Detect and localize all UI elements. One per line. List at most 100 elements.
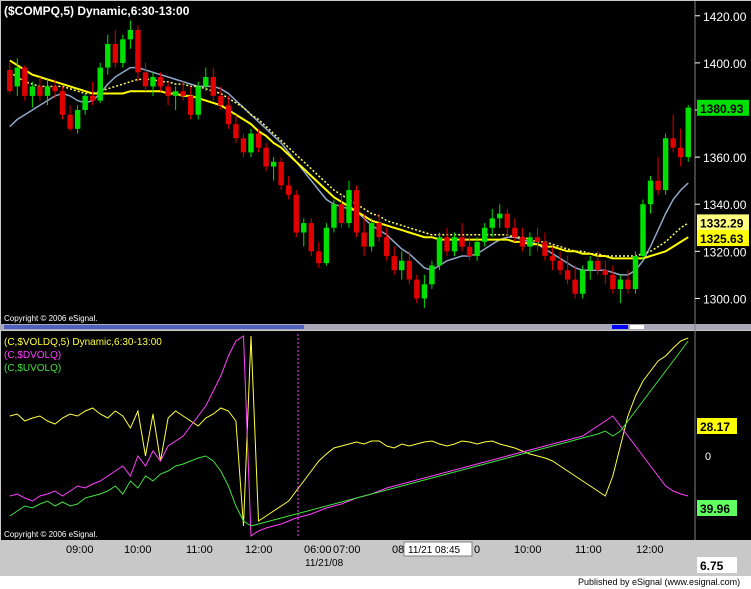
- time-tick-label: 11:00: [575, 544, 602, 556]
- candle-body: [436, 237, 443, 266]
- candle-body: [602, 270, 609, 275]
- candle-body: [346, 190, 352, 224]
- legend-uvolq: (C,$UVOLQ): [4, 363, 61, 374]
- time-tick-label: 09:00: [66, 544, 94, 556]
- volume-zero-tick: 0: [705, 451, 711, 463]
- scroll-thumb[interactable]: [612, 325, 628, 329]
- candle-down: [59, 86, 66, 120]
- price-tick-label: 1360.00: [703, 151, 747, 165]
- candle-body: [414, 279, 420, 299]
- legend-dvolq: (C,$DVOLQ): [4, 350, 61, 361]
- candle-up: [662, 133, 669, 195]
- cursor-time-label: 11/21 08:45: [408, 545, 461, 556]
- volume-value-label-text: 28.17: [700, 420, 730, 434]
- candle-body: [519, 237, 526, 247]
- time-tick-label: 0: [474, 544, 480, 556]
- candle-body: [662, 138, 669, 191]
- candle-body: [165, 86, 171, 96]
- candle-up: [579, 265, 586, 299]
- candle-down: [308, 218, 315, 257]
- candle-down: [293, 190, 299, 238]
- candle-up: [331, 199, 337, 233]
- candle-body: [489, 218, 495, 228]
- candle-body: [135, 29, 141, 73]
- volume-value-label-text: 39.96: [700, 502, 730, 516]
- price-value-label: 1325.63: [697, 230, 749, 247]
- candle-body: [632, 256, 639, 290]
- candle-body: [127, 29, 134, 40]
- candle-body: [368, 223, 375, 247]
- candle-body: [444, 237, 450, 252]
- candle-body: [67, 114, 73, 129]
- candle-body: [248, 133, 254, 153]
- candle-up: [640, 199, 646, 261]
- candle-body: [29, 86, 36, 96]
- candle-body: [323, 227, 330, 264]
- candle-body: [172, 91, 179, 96]
- candle-body: [534, 237, 541, 242]
- candle-body: [180, 91, 186, 96]
- candle-body: [22, 67, 28, 96]
- candle-body: [195, 86, 201, 115]
- time-tick-label: 06:00: [304, 544, 332, 556]
- candle-body: [89, 95, 96, 101]
- candle-body: [595, 260, 601, 271]
- candle-body: [474, 241, 480, 257]
- date-label: 11/21/08: [305, 558, 344, 569]
- candle-body: [59, 91, 66, 115]
- candle-body: [383, 237, 390, 257]
- candle-body: [225, 105, 232, 125]
- volume-value-label-text: 6.75: [700, 559, 724, 573]
- price-chart-title: ($COMPQ,5) Dynamic,6:30-13:00: [4, 4, 190, 18]
- candle-body: [685, 107, 691, 158]
- candle-body: [361, 232, 367, 247]
- time-tick-label: 10:00: [514, 544, 542, 556]
- candle-body: [549, 256, 556, 261]
- candle-body: [301, 223, 307, 233]
- published-by: Published by eSignal (www.esignal.com): [578, 577, 740, 587]
- candle-body: [512, 227, 518, 238]
- candle-body: [112, 44, 119, 63]
- candle-body: [210, 77, 217, 96]
- candle-body: [610, 274, 616, 290]
- candle-body: [97, 67, 103, 101]
- volume-copyright: Copyright © 2006 eSignal.: [4, 530, 98, 539]
- candle-body: [587, 260, 593, 271]
- candle-body: [278, 161, 284, 186]
- scroll-indicator[interactable]: [4, 325, 304, 329]
- candle-body: [308, 223, 315, 252]
- volume-value-label: 6.75: [697, 557, 737, 573]
- price-value-label-text: 1380.93: [700, 102, 744, 116]
- time-tick-label: 08: [392, 544, 404, 556]
- candle-body: [240, 138, 247, 153]
- price-value-label: 1380.93: [697, 99, 749, 116]
- candle-body: [670, 138, 676, 148]
- candle-body: [37, 86, 43, 96]
- candle-body: [353, 190, 360, 233]
- candle-body: [459, 237, 465, 247]
- candle-body: [640, 204, 646, 257]
- candle-body: [421, 284, 428, 299]
- candle-body: [481, 227, 488, 242]
- time-tick-label: 10:00: [124, 544, 152, 556]
- candle-body: [316, 251, 322, 264]
- time-tick-label: 11:00: [186, 544, 213, 556]
- candle-up: [323, 223, 330, 266]
- scroll-thumb-right[interactable]: [630, 325, 644, 329]
- candle-body: [399, 260, 405, 271]
- candle-body: [677, 147, 684, 158]
- price-tick-label: 1320.00: [703, 245, 747, 259]
- candle-body: [270, 161, 277, 167]
- candle-up: [120, 34, 126, 68]
- candle-body: [187, 95, 194, 115]
- candle-up: [436, 232, 443, 271]
- candle-body: [391, 256, 397, 271]
- candle-body: [542, 241, 548, 257]
- price-tick-label: 1420.00: [703, 10, 747, 24]
- candle-up: [685, 105, 691, 162]
- price-value-label: 1332.29: [697, 214, 749, 231]
- candle-body: [331, 204, 337, 228]
- candle-body: [218, 95, 224, 106]
- candle-body: [451, 237, 458, 252]
- candle-body: [617, 279, 624, 290]
